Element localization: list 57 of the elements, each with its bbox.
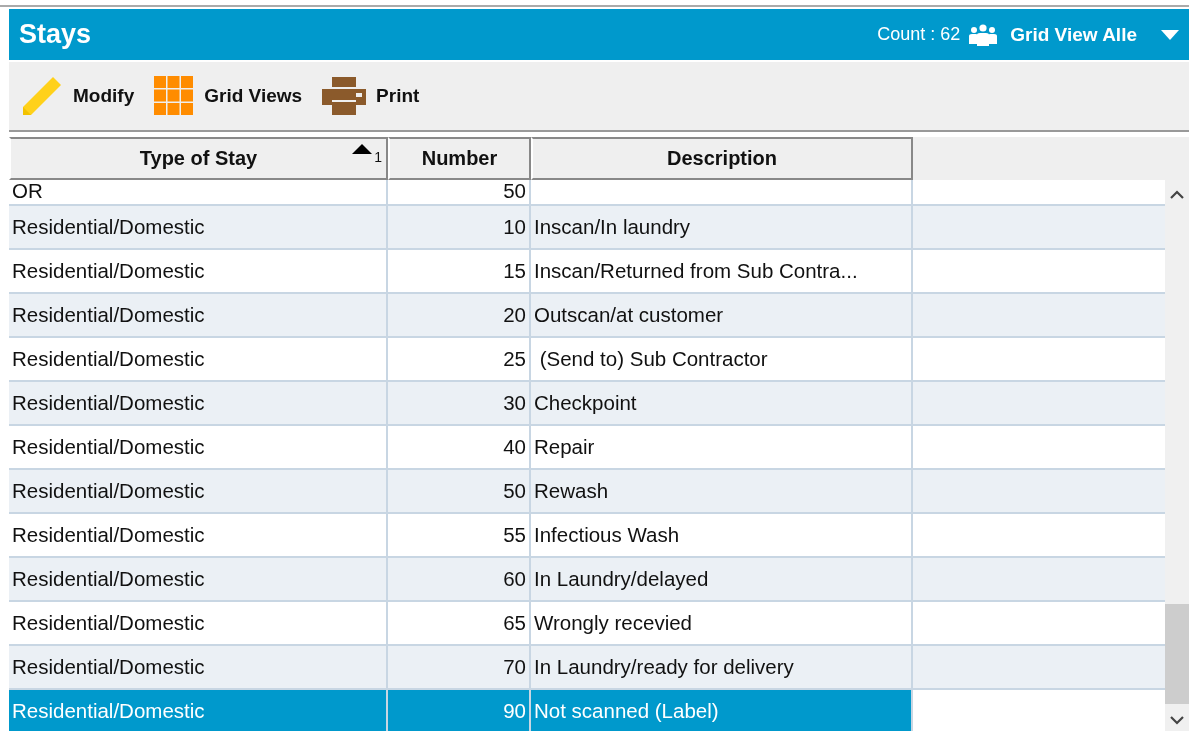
table-cell: 60 <box>388 558 531 600</box>
table-cell: Repair <box>531 426 913 468</box>
table-cell: OR <box>9 180 388 204</box>
printer-icon <box>322 77 367 115</box>
column-header[interactable]: Description <box>531 137 913 180</box>
table-cell: 15 <box>388 250 531 292</box>
table-cell: 70 <box>388 646 531 688</box>
record-count: Count : 62 <box>877 24 961 45</box>
toolbar-button[interactable]: Print <box>322 77 420 115</box>
table-cell: Residential/Domestic <box>9 382 388 424</box>
table-cell: Residential/Domestic <box>9 470 388 512</box>
toolbar-button[interactable]: Modify <box>21 75 135 117</box>
table-cell: 50 <box>388 470 531 512</box>
table-cell: Not scanned (Label) <box>531 690 913 731</box>
table-cell: 30 <box>388 382 531 424</box>
table-cell: Residential/Domestic <box>9 426 388 468</box>
table-cell: In Laundry/ready for delivery <box>531 646 913 688</box>
table-cell: 55 <box>388 514 531 556</box>
table-cell: Outscan/at customer <box>531 294 913 336</box>
table-cell: Rewash <box>531 470 913 512</box>
toolbar-button[interactable]: Grid Views <box>154 76 303 116</box>
scroll-up-icon[interactable] <box>1170 190 1184 199</box>
scroll-thumb[interactable] <box>1165 604 1189 704</box>
scroll-down-icon[interactable] <box>1170 716 1184 725</box>
table-cell: Residential/Domestic <box>9 602 388 644</box>
table-cell: 20 <box>388 294 531 336</box>
table-cell: Inscan/In laundry <box>531 206 913 248</box>
window-title: Stays <box>19 19 92 50</box>
people-icon <box>968 23 999 46</box>
table-cell: Residential/Domestic <box>9 206 388 248</box>
table-cell: In Laundry/delayed <box>531 558 913 600</box>
table-cell: Residential/Domestic <box>9 294 388 336</box>
table-cell: Wrongly recevied <box>531 602 913 644</box>
table-cell: (Send to) Sub Contractor <box>531 338 913 380</box>
column-header[interactable]: Type of Stay 1 <box>9 137 388 180</box>
grid-icon <box>154 76 195 116</box>
caret-icon[interactable] <box>1161 29 1179 40</box>
sort-ascending-icon <box>352 144 372 154</box>
column-header[interactable]: Number <box>388 137 531 180</box>
table-cell: 40 <box>388 426 531 468</box>
table-cell: 50 <box>388 180 531 204</box>
table-cell: 65 <box>388 602 531 644</box>
table-cell: Checkpoint <box>531 382 913 424</box>
table-cell: Residential/Domestic <box>9 338 388 380</box>
scrollbar[interactable] <box>1165 180 1189 731</box>
table-cell: 10 <box>388 206 531 248</box>
table-cell: 25 <box>388 338 531 380</box>
table-cell: Residential/Domestic <box>9 514 388 556</box>
table-cell: Residential/Domestic <box>9 558 388 600</box>
table-cell: Infectious Wash <box>531 514 913 556</box>
sort-order: 1 <box>374 149 382 165</box>
table-cell: 90 <box>388 690 531 731</box>
table-cell: Residential/Domestic <box>9 646 388 688</box>
table-cell: Residential/Domestic <box>9 690 388 731</box>
table-cell: Inscan/Returned from Sub Contra... <box>531 250 913 292</box>
table-cell: Residential/Domestic <box>9 250 388 292</box>
pencil-icon <box>21 75 63 117</box>
